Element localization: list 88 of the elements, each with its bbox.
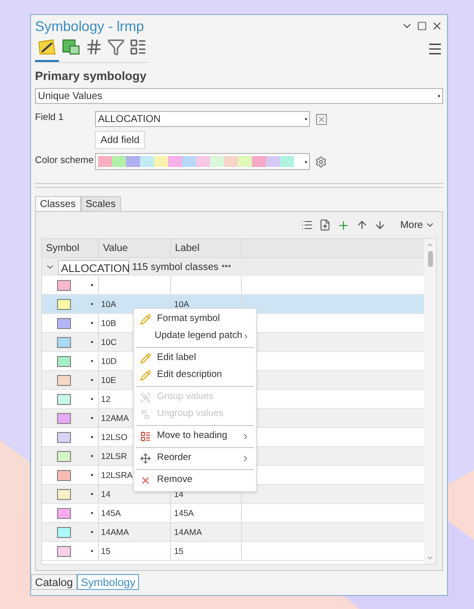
polygon-pencil-icon: [37, 38, 57, 56]
polygon-icon: [61, 38, 81, 56]
label-cell: 14AMA: [174, 526, 202, 538]
value-cell: 12LSR: [101, 450, 127, 462]
import-icon[interactable]: [319, 219, 332, 231]
label-cell: 15: [174, 544, 184, 558]
symbol-swatch[interactable]: [57, 280, 71, 290]
column-header[interactable]: Label: [171, 239, 242, 257]
label-cell: 10A: [174, 298, 190, 310]
window-title: Symbology - lrmp: [35, 16, 144, 36]
value-cell: 12LSRA: [101, 468, 133, 482]
table-row[interactable]: 14AMA 14AMA: [42, 523, 424, 542]
value-cell: 14: [101, 488, 110, 500]
value-cell: 10B: [101, 316, 116, 330]
value-cell: 12: [101, 392, 110, 406]
value-cell: 10C: [101, 336, 117, 348]
field-label: Field 1: [35, 111, 65, 125]
more-dots[interactable]: •••: [222, 260, 231, 274]
move-up-icon[interactable]: [356, 219, 368, 231]
method-dropdown[interactable]: Unique Values: [35, 88, 443, 104]
move-icon: [140, 453, 151, 464]
gear-icon[interactable]: [315, 156, 327, 168]
symbol-swatch[interactable]: [57, 318, 71, 328]
symbol-swatch[interactable]: [57, 488, 71, 500]
class-tab[interactable]: Scales: [80, 196, 121, 211]
remove-icon: [140, 475, 151, 486]
table-row[interactable]: 145A 145A: [42, 504, 424, 523]
symbol-swatch[interactable]: [57, 374, 71, 386]
move-down-icon[interactable]: [374, 219, 386, 231]
pencil-icon: [140, 370, 151, 381]
value-cell: 10A: [101, 298, 116, 310]
symbol-swatch[interactable]: [57, 336, 71, 348]
value-cell: 14AMA: [101, 526, 129, 538]
menu-item[interactable]: Update legend patch: [134, 328, 256, 345]
value-cell: 15: [101, 544, 110, 558]
maximize-icon[interactable]: [417, 21, 427, 31]
value-cell: 145A: [101, 506, 121, 520]
bottom-tab[interactable]: Catalog: [31, 574, 77, 590]
bottom-tab[interactable]: Symbology: [76, 574, 140, 590]
close-icon[interactable]: [431, 20, 443, 32]
ungroup-icon: [140, 409, 151, 420]
field-dropdown[interactable]: ALLOCATION: [95, 111, 310, 127]
menu-item[interactable]: Edit label: [134, 350, 256, 367]
section-heading: Primary symbology: [35, 68, 148, 85]
grid-icon: [85, 38, 103, 56]
scrollbar[interactable]: [424, 239, 436, 564]
more-button[interactable]: More: [400, 218, 435, 232]
symbol-swatch[interactable]: [57, 432, 71, 442]
view-tab[interactable]: [35, 38, 59, 62]
value-cell: 10D: [101, 354, 117, 368]
add-icon[interactable]: [337, 218, 350, 232]
menu-item[interactable]: Reorder: [134, 450, 256, 467]
menu-item[interactable]: Format symbol: [134, 311, 256, 328]
scroll-down-icon[interactable]: [426, 554, 434, 562]
filter-icon: [107, 38, 125, 56]
symbol-swatch[interactable]: [57, 394, 71, 404]
symbol-swatch[interactable]: [57, 470, 71, 480]
class-count: 115 symbol classes: [132, 260, 219, 274]
symbol-swatch[interactable]: [57, 356, 71, 366]
symbol-swatch[interactable]: [57, 450, 71, 462]
column-header[interactable]: Symbol: [42, 239, 99, 257]
heading-icon: [140, 431, 151, 442]
group-field[interactable]: ALLOCATION: [58, 260, 129, 274]
table-row[interactable]: 15 15: [42, 542, 424, 561]
label-cell: 145A: [174, 506, 194, 520]
symbol-swatch[interactable]: [57, 508, 71, 518]
pencil-icon: [140, 353, 151, 364]
clear-field-icon[interactable]: [316, 114, 327, 124]
menu-item[interactable]: Move to heading: [134, 428, 256, 445]
menu-icon[interactable]: [427, 41, 443, 57]
value-cell: 12LSO: [101, 430, 128, 444]
table-row[interactable]: 10A 10A: [42, 295, 424, 314]
scroll-up-icon[interactable]: [426, 241, 434, 249]
group-icon: [140, 392, 151, 403]
add-field-button[interactable]: Add field: [95, 131, 145, 149]
value-cell: 12AMA: [101, 412, 129, 424]
label-icon: [129, 38, 147, 56]
symbol-swatch[interactable]: [57, 412, 71, 424]
symbol-swatch[interactable]: [57, 546, 71, 556]
pencil-icon: [140, 314, 151, 325]
symbol-swatch[interactable]: [57, 298, 71, 310]
color-scheme-dropdown[interactable]: [95, 153, 310, 170]
value-cell: 10E: [101, 374, 116, 386]
color-scheme-label: Color scheme: [35, 154, 95, 168]
class-tab[interactable]: Classes: [35, 196, 81, 211]
symbol-swatch[interactable]: [57, 526, 71, 538]
column-header[interactable]: Value: [99, 239, 171, 257]
menu-item[interactable]: Edit description: [134, 367, 256, 384]
